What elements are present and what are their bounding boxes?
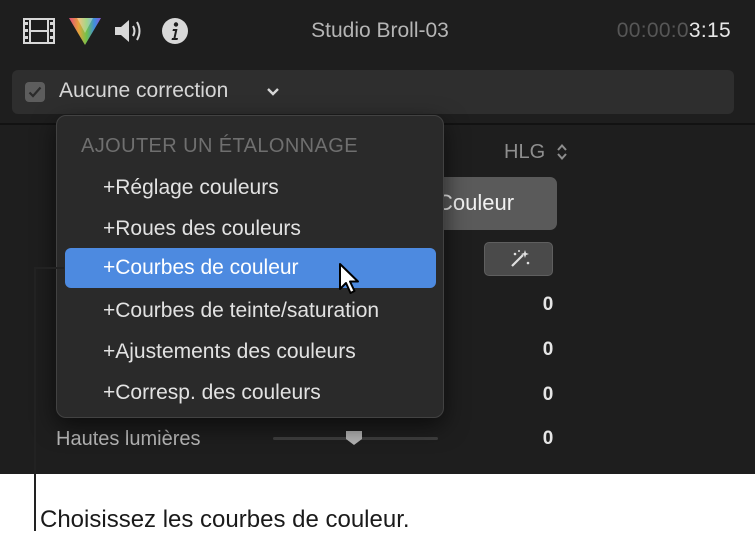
timecode-bright: 3:15 — [688, 19, 731, 42]
color-prism-icon[interactable] — [68, 14, 102, 48]
menu-item-color-adjustments-2[interactable]: +Ajustements des couleurs — [65, 332, 436, 372]
highlights-label: Hautes lumières — [56, 428, 201, 450]
menu-item-match-color[interactable]: +Corresp. des couleurs — [65, 373, 436, 413]
menu-item-color-adjustments[interactable]: +Réglage couleurs — [65, 168, 436, 208]
mouse-pointer-icon — [339, 263, 359, 294]
checkmark-icon — [28, 86, 42, 98]
menu-item-label: +Courbes de couleur — [103, 256, 299, 279]
slider-thumb[interactable] — [345, 430, 363, 446]
callout-caption: Choisissez les courbes de couleur. — [40, 506, 410, 533]
menu-section-header: AJOUTER UN ÉTALONNAGE — [81, 135, 358, 157]
menu-item-label: +Corresp. des couleurs — [103, 381, 321, 404]
value-readout[interactable]: 0 — [536, 294, 560, 316]
up-down-arrows-icon[interactable] — [556, 143, 568, 161]
callout-tick — [34, 267, 64, 269]
value-readout[interactable]: 0 — [536, 384, 560, 406]
info-icon[interactable] — [158, 14, 192, 48]
film-icon[interactable] — [22, 14, 56, 48]
menu-item-hue-saturation-curves[interactable]: +Courbes de teinte/saturation — [65, 291, 436, 331]
correction-enable-checkbox[interactable] — [25, 82, 45, 102]
clip-title: Studio Broll-03 — [311, 19, 449, 42]
callout-line — [34, 267, 36, 531]
inspector-header: Studio Broll-03 00:00:03:15 — [0, 0, 755, 62]
menu-item-label: +Réglage couleurs — [103, 176, 279, 199]
chevron-down-icon[interactable] — [266, 87, 280, 97]
timecode: 00:00:03:15 — [617, 19, 731, 43]
menu-item-label: +Roues des couleurs — [103, 217, 301, 240]
menu-item-color-curves[interactable]: +Courbes de couleur — [65, 248, 436, 288]
timecode-dim: 00:00:0 — [616, 19, 689, 42]
correction-label[interactable]: Aucune correction — [59, 79, 228, 103]
add-correction-menu: AJOUTER UN ÉTALONNAGE +Réglage couleurs … — [56, 115, 444, 418]
menu-item-label: +Ajustements des couleurs — [103, 340, 356, 363]
menu-item-label: +Courbes de teinte/saturation — [103, 299, 380, 322]
menu-item-color-wheels[interactable]: +Roues des couleurs — [65, 209, 436, 249]
value-readout[interactable]: 0 — [536, 428, 560, 450]
value-readout[interactable]: 0 — [536, 339, 560, 361]
correction-selector[interactable]: Aucune correction — [12, 70, 734, 114]
color-board-button-label: Couleur — [437, 190, 515, 215]
color-space-popup[interactable]: HLG — [504, 141, 545, 164]
speaker-icon[interactable] — [112, 14, 146, 48]
magic-wand-icon — [510, 250, 529, 267]
auto-balance-button[interactable] — [484, 242, 553, 276]
